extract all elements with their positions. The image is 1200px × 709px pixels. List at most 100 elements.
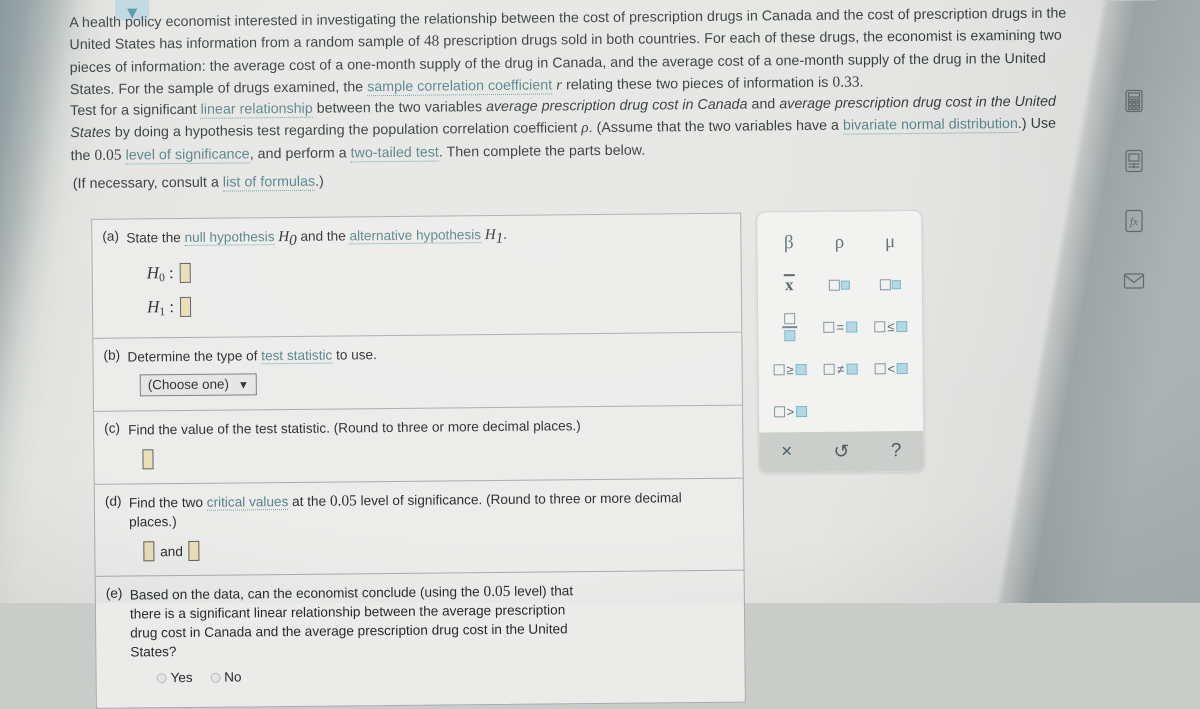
- part-e-alpha: 0.05: [483, 582, 511, 600]
- greater-than-key[interactable]: >: [765, 394, 816, 428]
- part-e-row: (e) Based on the data, can the economist …: [96, 570, 745, 707]
- xbar-glyph: x: [784, 275, 794, 295]
- placeholder-square: [773, 363, 785, 375]
- part-c-label: (c): [104, 420, 121, 436]
- part-c-text: Find the value of the test statistic. (R…: [128, 417, 581, 438]
- link-linear-relationship[interactable]: linear relationship: [200, 100, 313, 119]
- less-than-glyph: <: [887, 360, 896, 376]
- part-a-h1-inline-sub: 1: [495, 230, 504, 247]
- part-d-row: (d) Find the two critical values at the 0…: [94, 478, 744, 577]
- beta-key[interactable]: β: [763, 226, 814, 260]
- question-parts-table: (a) State the null hypothesis H0 and the …: [91, 212, 746, 709]
- h0-answer-input[interactable]: [179, 262, 192, 283]
- math-palette-grid: β ρ μ x = ≤ ≥ ≠ < >: [757, 211, 923, 429]
- p2-end: . Then complete the parts below.: [438, 142, 646, 161]
- xbar-key[interactable]: x: [764, 268, 815, 302]
- link-level-of-significance[interactable]: level of significance: [125, 146, 250, 165]
- undo-icon[interactable]: ↺: [814, 440, 869, 464]
- clear-icon[interactable]: ×: [759, 441, 814, 464]
- link-test-statistic[interactable]: test statistic: [261, 347, 333, 364]
- rho-key[interactable]: ρ: [814, 225, 865, 259]
- test-statistic-select[interactable]: (Choose one) ▼: [139, 373, 257, 397]
- link-null-hypothesis[interactable]: null hypothesis: [184, 229, 275, 246]
- help-icon[interactable]: ?: [869, 440, 924, 463]
- part-a-text: State the null hypothesis H0 and the alt…: [126, 223, 726, 252]
- part-d-alpha: 0.05: [329, 492, 357, 510]
- placeholder-square-filled: [897, 362, 909, 374]
- radio-yes-label: Yes: [170, 669, 193, 685]
- part-a-row: (a) State the null hypothesis H0 and the …: [92, 213, 742, 339]
- palette-empty-slot: [866, 393, 917, 427]
- part-d-and-label: and: [160, 543, 183, 559]
- message-icon[interactable]: [1118, 266, 1150, 296]
- math-palette-footer: × ↺ ?: [759, 430, 924, 473]
- fraction-glyph: [782, 313, 798, 342]
- mu-key[interactable]: μ: [865, 225, 916, 259]
- problem-paragraph-2: Test for a significant linear relationsh…: [70, 90, 1075, 167]
- p2-mid2: and: [747, 96, 780, 113]
- part-d-label: (d): [104, 493, 122, 509]
- h0-answer-line: H0 :: [103, 257, 731, 284]
- subscript-key[interactable]: [865, 267, 916, 301]
- superscript-key[interactable]: [814, 267, 865, 301]
- placeholder-square: [823, 321, 835, 333]
- link-two-tailed-test[interactable]: two-tailed test: [350, 144, 439, 163]
- p1-post: relating these two pieces of information…: [561, 74, 833, 94]
- critical-value-upper-input[interactable]: [188, 540, 200, 561]
- part-c-row: (c) Find the value of the test statistic.…: [94, 405, 743, 485]
- assignment-page: ▼ A health policy economist interested i…: [0, 0, 1200, 709]
- placeholder-square: [773, 405, 785, 417]
- link-bivariate-normal-distribution[interactable]: bivariate normal distribution: [842, 116, 1018, 136]
- part-e-text: Based on the data, can the economist con…: [130, 581, 579, 661]
- part-a-h1-inline: H: [484, 226, 496, 244]
- p1-end: .: [859, 74, 864, 91]
- equals-key[interactable]: =: [815, 309, 866, 343]
- part-b-label: (b): [103, 347, 121, 363]
- link-list-of-formulas[interactable]: list of formulas: [222, 173, 316, 192]
- formula-sheet-icon[interactable]: fx: [1118, 206, 1150, 236]
- p2-mid6: , and perform a: [249, 145, 351, 163]
- placeholder-square-filled: [896, 320, 908, 332]
- link-critical-values[interactable]: critical values: [206, 493, 289, 511]
- radio-no[interactable]: No: [210, 669, 241, 684]
- h1-label: H: [146, 296, 160, 317]
- placeholder-square-filled: [795, 363, 807, 375]
- less-than-or-equal-key[interactable]: ≤: [865, 309, 916, 343]
- palette-empty-slot: [816, 393, 867, 427]
- placeholder-square-filled: [846, 363, 858, 375]
- h1-label-sub: 1: [159, 305, 166, 318]
- fraction-bar: [782, 326, 798, 329]
- critical-value-lower-input[interactable]: [143, 541, 155, 562]
- h0-colon: :: [168, 262, 174, 282]
- table-icon[interactable]: [1118, 146, 1150, 176]
- math-symbol-palette: β ρ μ x = ≤ ≥ ≠ < > × ↺ ?: [756, 209, 925, 474]
- test-statistic-input[interactable]: [142, 449, 154, 470]
- part-e-label: (e): [105, 585, 123, 601]
- chevron-down-icon: ▼: [237, 379, 249, 392]
- placeholder-square-filled: [784, 329, 796, 342]
- tool-icon-rail: fx: [1118, 86, 1154, 326]
- calculator-icon[interactable]: [1118, 86, 1150, 116]
- not-equal-key[interactable]: ≠: [815, 351, 866, 385]
- part-d-mid: at the: [288, 493, 330, 509]
- link-sample-correlation-coefficient[interactable]: sample correlation coefficient: [367, 77, 553, 97]
- fraction-key[interactable]: [764, 310, 815, 344]
- part-a-h0-inline: H: [278, 228, 290, 246]
- test-statistic-select-value: (Choose one): [147, 376, 229, 393]
- part-a-label: (a): [102, 228, 120, 244]
- radio-yes[interactable]: Yes: [156, 669, 193, 685]
- p3-pre: (If necessary, consult a: [72, 174, 223, 193]
- part-a-pre: State the: [126, 229, 185, 246]
- placeholder-square-filled: [796, 405, 808, 417]
- radio-no-circle: [210, 672, 221, 683]
- link-alternative-hypothesis[interactable]: alternative hypothesis: [349, 227, 482, 245]
- greater-than-or-equal-key[interactable]: ≥: [764, 352, 815, 386]
- mu-glyph: μ: [884, 231, 896, 253]
- problem-paragraph-3: (If necessary, consult a list of formula…: [73, 166, 773, 195]
- less-than-key[interactable]: <: [866, 351, 917, 385]
- radio-no-label: No: [224, 669, 242, 685]
- browser-tab-stub[interactable]: [1100, 0, 1162, 2]
- h1-answer-input[interactable]: [180, 296, 192, 317]
- p2-pre: Test for a significant: [70, 101, 201, 120]
- h0-label: H: [146, 262, 160, 283]
